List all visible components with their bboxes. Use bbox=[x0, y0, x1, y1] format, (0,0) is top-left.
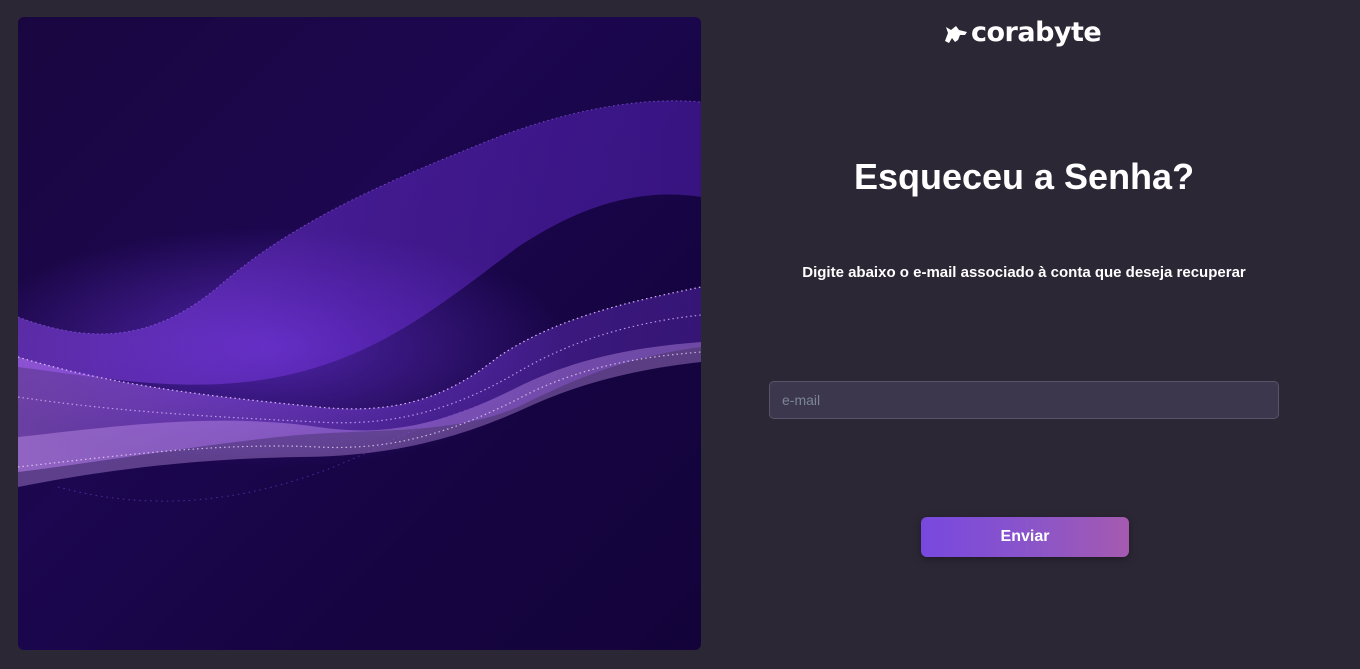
page-title: Esqueceu a Senha? bbox=[853, 156, 1195, 197]
page-subtitle: Digite abaixo o e-mail associado à conta… bbox=[802, 264, 1246, 281]
form-panel: corabyte Esqueceu a Senha? Digite abaixo… bbox=[701, 0, 1360, 669]
forgot-password-page: corabyte Esqueceu a Senha? Digite abaixo… bbox=[0, 0, 1360, 669]
brand-logo[interactable]: corabyte bbox=[943, 16, 1102, 50]
brand-name: corabyte bbox=[971, 17, 1102, 48]
submit-button[interactable]: Enviar bbox=[921, 517, 1129, 557]
hero-image bbox=[18, 17, 701, 650]
particle-wave-illustration bbox=[18, 100, 701, 502]
email-field[interactable] bbox=[769, 381, 1279, 419]
wolf-icon bbox=[945, 26, 967, 43]
